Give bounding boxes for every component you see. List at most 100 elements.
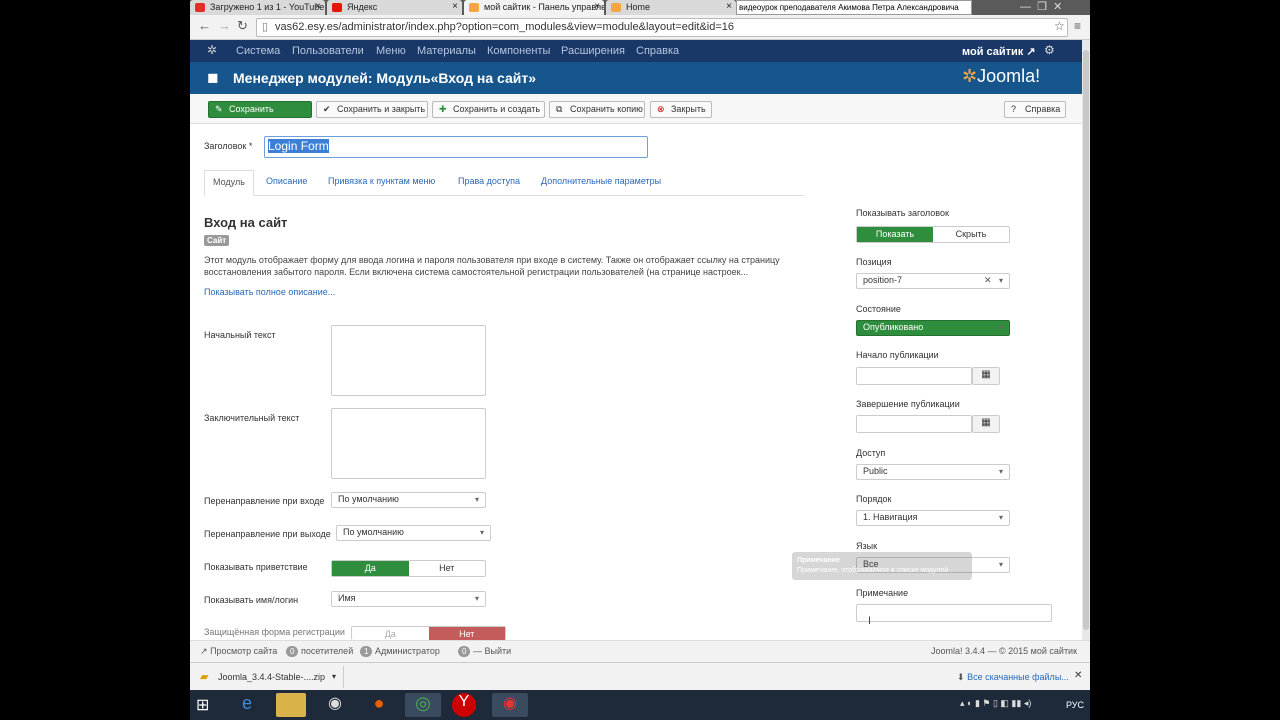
show-title-show[interactable]: Показать	[857, 227, 933, 242]
calendar-icon[interactable]: ▦	[972, 415, 1000, 433]
title-input[interactable]: Login Form	[264, 136, 648, 158]
minus-icon: —	[472, 646, 482, 656]
address-bar[interactable]: ▯ vas62.esy.es/administrator/index.php?o…	[256, 18, 1068, 37]
pretext-label: Начальный текст	[204, 330, 276, 340]
save-new-button[interactable]: ✚ Сохранить и создать	[432, 101, 545, 118]
save-close-button[interactable]: ✔ Сохранить и закрыть	[316, 101, 428, 118]
version-text: Joomla! 3.4.4 — © 2015 мой сайтик	[931, 646, 1078, 656]
close-icon[interactable]: ×	[452, 0, 458, 14]
greeting-yes[interactable]: Да	[332, 561, 409, 576]
browser-toolbar: ← → ↻ ▯ vas62.esy.es/administrator/index…	[190, 15, 1090, 40]
pretext-textarea[interactable]	[331, 325, 486, 396]
secure-yes[interactable]: Да	[352, 627, 429, 640]
chevron-down-icon[interactable]: ▾	[332, 666, 336, 688]
firefox-icon[interactable]: ●	[364, 693, 394, 717]
tab-advanced[interactable]: Дополнительные параметры	[541, 176, 661, 186]
joomla-logo-icon[interactable]: ✲	[207, 43, 217, 57]
recorder-icon[interactable]: ◉	[492, 693, 528, 717]
close-button[interactable]: ⊗ Закрыть	[650, 101, 712, 118]
save-button[interactable]: ✎ Сохранить	[208, 101, 312, 118]
language-indicator[interactable]: РУС	[1066, 700, 1084, 710]
name-select[interactable]: Имя	[331, 591, 486, 607]
publish-down-input[interactable]	[856, 415, 972, 433]
tab-menu-assignment[interactable]: Привязка к пунктам меню	[328, 176, 435, 186]
ordering-select[interactable]: 1. Навигация	[856, 510, 1010, 526]
position-label: Позиция	[856, 257, 892, 267]
secure-no[interactable]: Нет	[428, 627, 505, 640]
module-name: Вход на сайт	[204, 215, 288, 230]
close-icon[interactable]: ×	[594, 0, 600, 14]
state-select[interactable]: Опубликовано	[856, 320, 1010, 336]
ie-icon[interactable]: e	[232, 693, 262, 717]
menu-system[interactable]: Система	[236, 45, 280, 57]
browser-tab-youtube[interactable]: Загружено 1 из 1 - YouTube ×	[190, 0, 325, 15]
posttext-textarea[interactable]	[331, 408, 486, 479]
menu-menus[interactable]: Меню	[376, 45, 406, 57]
close-icon[interactable]: ✕	[1074, 670, 1082, 681]
show-full-description-link[interactable]: Показывать полное описание...	[204, 287, 335, 297]
eye-app-icon[interactable]: ◉	[320, 693, 350, 717]
show-title-hide[interactable]: Скрыть	[933, 227, 1009, 242]
title-label: Заголовок *	[204, 141, 253, 151]
logout-link[interactable]: 0 — Выйти	[458, 646, 511, 657]
greeting-no[interactable]: Нет	[409, 561, 486, 576]
windows-start-icon[interactable]: ⊞	[196, 695, 209, 715]
tab-description[interactable]: Описание	[266, 176, 307, 186]
site-link[interactable]: мой сайтик ↗	[962, 45, 1036, 58]
menu-content[interactable]: Материалы	[417, 45, 476, 57]
tab-module[interactable]: Модуль	[204, 170, 254, 196]
tab-permissions[interactable]: Права доступа	[458, 176, 520, 186]
show-title-toggle[interactable]: Показать Скрыть	[856, 226, 1010, 243]
gear-icon[interactable]: ⚙	[1044, 43, 1055, 57]
publish-up-input[interactable]	[856, 367, 972, 385]
back-icon[interactable]: ←	[198, 18, 211, 33]
view-site-link[interactable]: ↗ Просмотр сайта	[200, 646, 277, 657]
show-title-label: Показывать заголовок	[856, 208, 949, 218]
tray-icons[interactable]: ▴ ◐ ▮ ⚑ ▯ ◧ ▮▮ ◂)	[960, 698, 1031, 709]
joomla-icon	[611, 3, 621, 12]
close-icon[interactable]: ×	[315, 0, 321, 14]
forward-icon[interactable]: →	[218, 18, 231, 33]
bookmark-star-icon[interactable]: ☆	[1054, 19, 1065, 33]
external-link-icon: ↗	[200, 646, 208, 656]
menu-users[interactable]: Пользователи	[292, 45, 364, 57]
access-select[interactable]: Public	[856, 464, 1010, 480]
logout-redirect-select[interactable]: По умолчанию	[336, 525, 491, 541]
secure-toggle[interactable]: Да Нет	[351, 626, 506, 640]
all-downloads-link[interactable]: ⬇ Все скачанные файлы...	[957, 672, 1069, 683]
browser-tab-home[interactable]: Home ×	[606, 0, 736, 15]
window-controls[interactable]: — ❐ ✕	[1020, 0, 1062, 13]
page-scrollbar[interactable]	[1082, 40, 1090, 662]
reload-icon[interactable]: ↻	[237, 18, 248, 34]
menu-help[interactable]: Справка	[636, 45, 679, 57]
cancel-icon: ⊗	[657, 104, 665, 114]
chrome-icon[interactable]: ◎	[405, 693, 441, 717]
close-icon[interactable]: ×	[726, 0, 732, 14]
logout-redirect-label: Перенаправление при выходе	[204, 529, 331, 539]
page-title: Менеджер модулей: Модуль«Вход на сайт»	[233, 70, 537, 86]
windows-taskbar: ⊞ e ◉ ● ◎ Y ◉ ▴ ◐ ▮ ⚑ ▯ ◧ ▮▮ ◂) РУС	[190, 690, 1090, 720]
browser-tab-admin[interactable]: мой сайтик - Панель управления ×	[464, 0, 604, 15]
note-input[interactable]	[856, 604, 1052, 622]
note-label: Примечание	[856, 588, 909, 598]
browser-tab-yandex[interactable]: Яндекс ×	[327, 0, 462, 15]
calendar-icon[interactable]: ▦	[972, 367, 1000, 385]
copy-icon: ⧉	[556, 104, 563, 114]
save-copy-button[interactable]: ⧉ Сохранить копию	[549, 101, 645, 118]
help-button[interactable]: ? Справка	[1004, 101, 1066, 118]
login-redirect-select[interactable]: По умолчанию	[331, 492, 486, 508]
scrollbar-thumb[interactable]	[1083, 50, 1089, 630]
menu-components[interactable]: Компоненты	[487, 45, 550, 57]
greeting-toggle[interactable]: Да Нет	[331, 560, 486, 577]
admin-menu: ✲ Система Пользователи Меню Материалы Ко…	[190, 40, 1090, 62]
action-toolbar: ✎ Сохранить ✔ Сохранить и закрыть ✚ Сохрани…	[190, 94, 1090, 124]
clear-icon[interactable]: ✕	[984, 274, 992, 287]
admins-count: 1 Администратор	[360, 646, 440, 657]
menu-icon[interactable]: ≡	[1074, 19, 1081, 33]
yandex-browser-icon[interactable]: Y	[452, 693, 476, 717]
download-item[interactable]: ▰ Joomla_3.4.4-Stable-....zip ▾	[194, 666, 344, 688]
position-select[interactable]: position-7 ✕	[856, 273, 1010, 289]
menu-extensions[interactable]: Расширения	[561, 45, 625, 57]
site-badge: Сайт	[204, 235, 230, 246]
folder-icon[interactable]	[276, 693, 306, 717]
